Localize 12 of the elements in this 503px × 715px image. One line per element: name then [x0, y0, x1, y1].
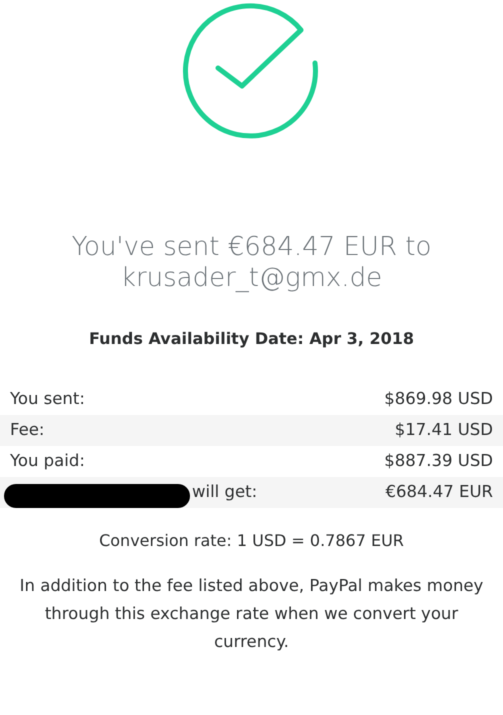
- row-label: Fee:: [10, 419, 44, 442]
- fee-note: In addition to the fee listed above, PayPal makes money through this exchange rate when we convert your currency.: [18, 575, 484, 653]
- row-value: $17.41 USD: [394, 419, 493, 442]
- row-value: $869.98 USD: [384, 388, 493, 410]
- row-label: You sent:: [10, 388, 85, 410]
- funds-availability-date: Funds Availability Date: Apr 3, 2018: [89, 328, 414, 350]
- conversion-rate: Conversion rate: 1 USD = 0.7867 EUR: [99, 530, 404, 552]
- row-value: €684.47 EUR: [386, 481, 493, 504]
- row-label: You paid:: [10, 450, 85, 472]
- row-value: $887.39 USD: [384, 450, 493, 472]
- confirmation-headline: You've sent €684.47 EUR to krusader_t@gmx.de: [70, 232, 432, 294]
- row-label: will get:: [192, 481, 258, 504]
